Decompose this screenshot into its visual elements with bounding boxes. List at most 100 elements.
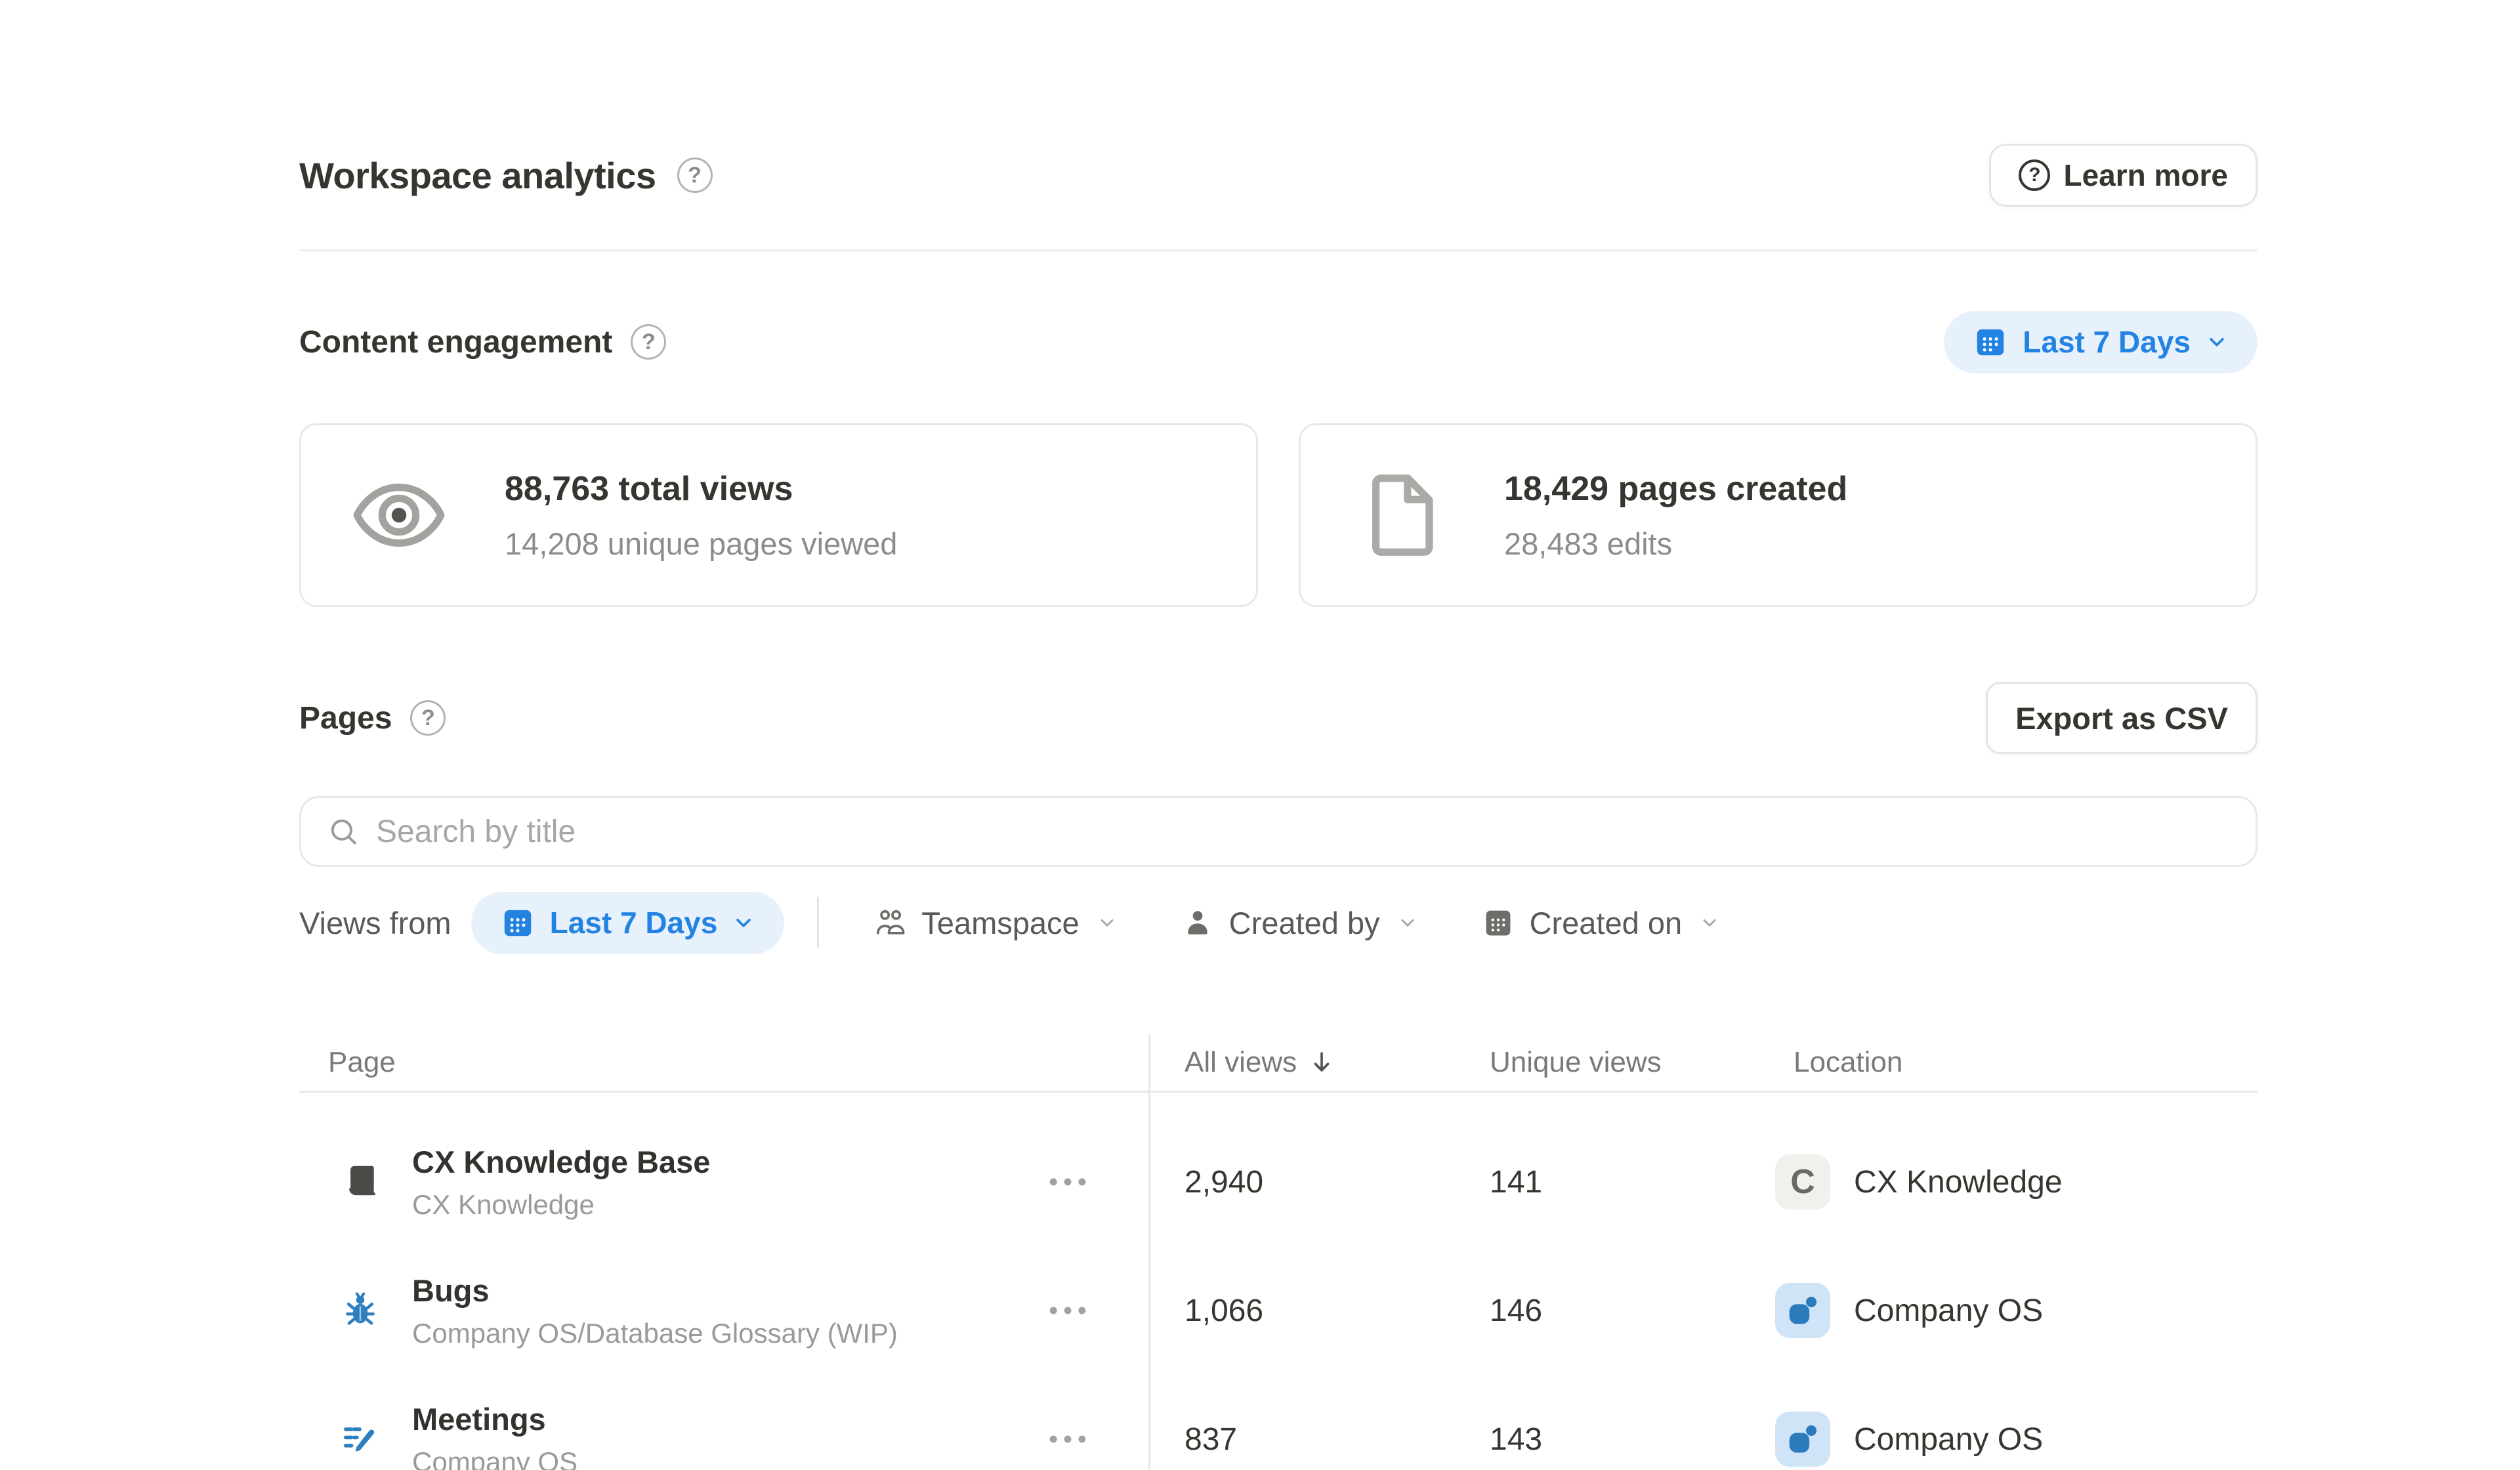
calendar-icon [1973, 324, 2008, 360]
total-views-text: 88,763 total views 14,208 unique pages v… [505, 469, 897, 562]
column-header-page: Page [299, 1046, 1148, 1079]
pages-created-value: 18,429 pages created [1504, 469, 1847, 509]
created-on-filter[interactable]: Created on [1481, 905, 1721, 941]
page-title-group: Workspace analytics ? [299, 154, 713, 197]
export-csv-button[interactable]: Export as CSV [1986, 682, 2258, 754]
content-engagement-title-group: Content engagement ? [299, 324, 666, 360]
teamspace-badge [1775, 1283, 1830, 1338]
content-engagement-header: Content engagement ? Last 7 Days [299, 310, 2258, 373]
pages-table: Page All views Unique views Location [299, 1034, 2258, 1470]
filter-separator [817, 897, 819, 948]
page-location-path: Company OS/Database Glossary (WIP) [412, 1318, 898, 1349]
date-range-dropdown[interactable]: Last 7 Days [1944, 311, 2258, 373]
location-cell: C CX Knowledge [1775, 1154, 2258, 1209]
location-label: Company OS [1854, 1293, 2043, 1329]
meetings-icon [340, 1419, 381, 1460]
teamspace-badge [1775, 1412, 1830, 1467]
export-csv-label: Export as CSV [2015, 700, 2228, 736]
page-link[interactable]: Bugs [412, 1272, 898, 1309]
header-divider [299, 249, 2258, 251]
calendar-icon [1481, 906, 1515, 940]
person-icon [1181, 906, 1215, 940]
column-header-location: Location [1775, 1046, 2258, 1079]
table-body: CX Knowledge Base CX Knowledge 2,940 141… [299, 1093, 2258, 1470]
unique-views-value: 141 [1490, 1164, 1775, 1200]
all-views-value: 837 [1148, 1421, 1490, 1458]
created-by-filter[interactable]: Created by [1181, 905, 1418, 941]
help-icon[interactable]: ? [677, 158, 713, 193]
all-views-value: 1,066 [1148, 1293, 1490, 1329]
company-os-logo [1784, 1292, 1822, 1330]
unique-pages-viewed-value: 14,208 unique pages viewed [505, 526, 897, 562]
date-range-label: Last 7 Days [2023, 324, 2191, 360]
row-menu-button[interactable] [1038, 1416, 1097, 1462]
search-input[interactable] [376, 814, 2231, 850]
all-views-value: 2,940 [1148, 1164, 1490, 1200]
page-icon [1349, 466, 1448, 564]
chevron-down-icon [732, 911, 755, 934]
location-label: CX Knowledge [1854, 1164, 2063, 1200]
help-icon[interactable]: ? [410, 700, 446, 736]
metric-cards: 88,763 total views 14,208 unique pages v… [299, 423, 2258, 607]
table-column-divider [1148, 1034, 1150, 1470]
page-title: Workspace analytics [299, 154, 656, 197]
sort-desc-icon [1307, 1048, 1336, 1077]
total-views-card: 88,763 total views 14,208 unique pages v… [299, 423, 1258, 607]
views-from-date-dropdown[interactable]: Last 7 Days [471, 892, 785, 954]
location-cell: Company OS [1775, 1412, 2258, 1467]
chevron-down-icon [2205, 330, 2229, 354]
table-row[interactable]: Meetings Company OS 837 143 [299, 1375, 2258, 1470]
workspace-analytics-page: Workspace analytics ? ? Learn more Conte… [299, 0, 2258, 1470]
company-os-logo [1784, 1420, 1822, 1458]
column-header-unique-views: Unique views [1490, 1046, 1775, 1079]
calendar-icon [500, 905, 536, 940]
page-link[interactable]: CX Knowledge Base [412, 1144, 710, 1180]
unique-views-value: 143 [1490, 1421, 1775, 1458]
content-engagement-title: Content engagement [299, 324, 612, 360]
total-views-value: 88,763 total views [505, 469, 897, 509]
chevron-down-icon [1397, 912, 1418, 933]
edits-value: 28,483 edits [1504, 526, 1847, 562]
ellipsis-icon [1046, 1301, 1089, 1320]
ellipsis-icon [1046, 1429, 1089, 1449]
question-circle-icon: ? [2019, 159, 2050, 191]
views-from-label: Views from [299, 905, 452, 941]
teamspace-filter[interactable]: Teamspace [873, 905, 1117, 941]
teamspace-badge: C [1775, 1154, 1830, 1209]
search-bar [299, 796, 2258, 867]
chevron-down-icon [1097, 912, 1118, 933]
page-link[interactable]: Meetings [412, 1401, 578, 1437]
table-row[interactable]: CX Knowledge Base CX Knowledge 2,940 141… [299, 1118, 2258, 1246]
learn-more-button[interactable]: ? Learn more [1989, 144, 2258, 207]
book-icon [340, 1162, 381, 1202]
views-from-date-label: Last 7 Days [550, 905, 718, 940]
location-cell: Company OS [1775, 1283, 2258, 1338]
created-by-filter-label: Created by [1229, 905, 1380, 941]
pages-title-group: Pages ? [299, 700, 446, 736]
row-menu-button[interactable] [1038, 1159, 1097, 1205]
teamspace-filter-label: Teamspace [921, 905, 1079, 941]
page-location-path: Company OS [412, 1446, 578, 1470]
eye-icon [350, 466, 448, 564]
table-row[interactable]: Bugs Company OS/Database Glossary (WIP) … [299, 1246, 2258, 1375]
location-label: Company OS [1854, 1421, 2043, 1458]
bug-icon [340, 1290, 381, 1331]
ellipsis-icon [1046, 1172, 1089, 1192]
table-header-row: Page All views Unique views Location [299, 1034, 2258, 1093]
people-icon [873, 906, 907, 940]
chevron-down-icon [1699, 912, 1720, 933]
column-header-all-views[interactable]: All views [1148, 1046, 1490, 1079]
filter-bar: Views from Last 7 Days Teamspace [299, 891, 2258, 954]
pages-section-header: Pages ? Export as CSV [299, 682, 2258, 754]
row-menu-button[interactable] [1038, 1288, 1097, 1334]
help-icon[interactable]: ? [631, 324, 666, 360]
search-icon [326, 814, 360, 849]
created-on-filter-label: Created on [1530, 905, 1683, 941]
pages-title: Pages [299, 700, 392, 736]
unique-views-value: 146 [1490, 1293, 1775, 1329]
pages-created-text: 18,429 pages created 28,483 edits [1504, 469, 1847, 562]
pages-created-card: 18,429 pages created 28,483 edits [1299, 423, 2258, 607]
learn-more-label: Learn more [2063, 158, 2228, 193]
page-location-path: CX Knowledge [412, 1189, 710, 1221]
page-header: Workspace analytics ? ? Learn more [299, 144, 2258, 207]
